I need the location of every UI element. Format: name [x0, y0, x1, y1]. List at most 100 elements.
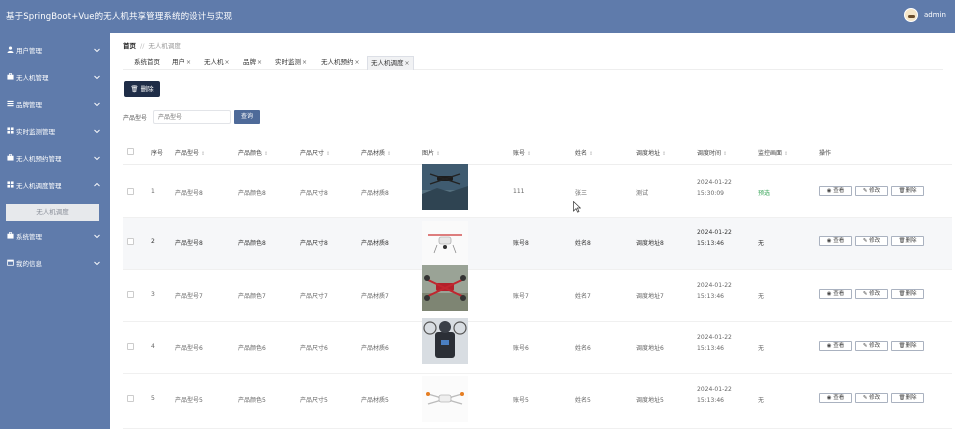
tab-label: 无人机预约 — [321, 58, 354, 66]
edit-button[interactable]: ✎ 修改 — [855, 341, 888, 351]
delete-row-button[interactable]: 🗑删除 — [891, 236, 924, 246]
delete-row-button[interactable]: 🗑删除 — [891, 393, 924, 403]
sort-icon: ⇕ — [784, 151, 789, 157]
table-row[interactable]: 4 产品型号6 产品颜色6 产品尺寸6 产品材质6 账号6 姓名6 调度地址6 … — [123, 318, 952, 374]
close-icon[interactable]: × — [405, 60, 410, 67]
close-icon[interactable]: × — [355, 59, 360, 66]
sort-icon: ⇕ — [436, 151, 441, 157]
sidebar-item-my-info[interactable]: 我的信息 — [0, 250, 110, 276]
cell-material: 产品材质8 — [361, 190, 389, 197]
delete-row-button[interactable]: 🗑删除 — [891, 186, 924, 196]
column-header[interactable]: 账号 ⇕ — [513, 148, 531, 157]
cell-size: 产品尺寸7 — [300, 293, 328, 300]
sidebar-item-drone-management[interactable]: 无人机管理 — [0, 64, 110, 90]
select-all-checkbox[interactable] — [127, 148, 134, 155]
view-button[interactable]: ◉ 查看 — [819, 393, 852, 403]
chevron-down-icon — [94, 261, 100, 266]
close-icon[interactable]: × — [302, 59, 307, 66]
column-header[interactable]: 产品颜色 ⇕ — [238, 148, 268, 157]
calendar-icon — [7, 259, 14, 266]
column-header[interactable]: 图片 ⇕ — [422, 148, 440, 157]
sidebar-item-dispatch-management[interactable]: 无人机调度管理 — [0, 172, 110, 198]
drone-photo — [422, 318, 468, 364]
close-icon[interactable]: × — [186, 59, 191, 66]
row-checkbox[interactable] — [127, 343, 134, 350]
column-header[interactable]: 调度地址 ⇕ — [636, 148, 666, 157]
drone-photo — [422, 376, 468, 422]
cell-index: 1 — [151, 188, 155, 195]
table-row[interactable]: 2 产品型号8 产品颜色8 产品尺寸8 产品材质8 账号8 姓名8 调度地址8 … — [123, 218, 952, 270]
row-checkbox[interactable] — [127, 291, 134, 298]
user-avatar[interactable] — [904, 8, 918, 22]
sidebar-item-reservation-management[interactable]: 无人机预约管理 — [0, 145, 110, 171]
column-header[interactable]: 产品尺寸 ⇕ — [300, 148, 330, 157]
edit-button[interactable]: ✎ 修改 — [855, 289, 888, 299]
tab-user[interactable]: 用户× — [169, 56, 194, 70]
briefcase-icon — [7, 232, 14, 239]
sidebar-item-user-management[interactable]: 用户管理 — [0, 37, 110, 63]
delete-row-button[interactable]: 🗑删除 — [891, 341, 924, 351]
edit-button[interactable]: ✎ 修改 — [855, 393, 888, 403]
sidebar-item-brand-management[interactable]: 品牌管理 — [0, 91, 110, 117]
row-checkbox[interactable] — [127, 395, 134, 402]
sort-icon: ⇕ — [387, 151, 392, 157]
cell-monitor[interactable]: 预选 — [758, 188, 770, 197]
search-button[interactable]: 查询 — [234, 110, 260, 124]
row-checkbox[interactable] — [127, 188, 134, 195]
cell-model: 产品型号7 — [175, 293, 203, 300]
edit-button[interactable]: ✎ 修改 — [855, 236, 888, 246]
tab-dispatch[interactable]: 无人机调度× — [367, 56, 414, 70]
mouse-cursor-icon — [573, 201, 581, 213]
sidebar-item-label: 实时监测管理 — [16, 128, 55, 136]
tab-brand[interactable]: 品牌× — [240, 56, 265, 70]
delete-row-button[interactable]: 🗑删除 — [891, 289, 924, 299]
sidebar-item-monitoring-management[interactable]: 实时监测管理 — [0, 118, 110, 144]
column-header[interactable]: 调度时间 ⇕ — [697, 148, 727, 157]
briefcase-icon — [7, 154, 14, 161]
sidebar-subitem-dispatch[interactable]: 无人机调度 — [6, 204, 99, 221]
table-row[interactable]: 5 产品型号5 产品颜色5 产品尺寸5 产品材质5 账号5 姓名5 调度地址5 … — [123, 374, 952, 429]
cell-index: 3 — [151, 291, 155, 298]
cell-material: 产品材质6 — [361, 345, 389, 352]
view-button[interactable]: ◉ 查看 — [819, 341, 852, 351]
cell-size: 产品尺寸5 — [300, 397, 328, 404]
sidebar-item-system-management[interactable]: 系统管理 — [0, 223, 110, 249]
cell-address: 调度地址6 — [636, 345, 664, 352]
cell-account: 账号7 — [513, 293, 529, 300]
cell-account: 账号5 — [513, 397, 529, 404]
tab-label: 无人机 — [204, 58, 224, 66]
row-checkbox[interactable] — [127, 238, 134, 245]
sort-icon: ⇕ — [326, 151, 331, 157]
column-header[interactable]: 产品材质 ⇕ — [361, 148, 391, 157]
cell-time: 2024-01-22 15:30:09 — [697, 179, 732, 197]
cell-time: 2024-01-22 15:13:46 — [697, 282, 732, 300]
chevron-down-icon — [94, 48, 100, 53]
username[interactable]: admin — [924, 11, 946, 19]
close-icon[interactable]: × — [257, 59, 262, 66]
close-icon[interactable]: × — [225, 59, 230, 66]
column-header[interactable]: 监控画面 ⇕ — [758, 148, 788, 157]
tab-monitoring[interactable]: 实时监测× — [272, 56, 310, 70]
view-button[interactable]: ◉ 查看 — [819, 186, 852, 196]
breadcrumb-separator: // — [140, 42, 145, 50]
tab-reservation[interactable]: 无人机预约× — [318, 56, 363, 70]
table-row[interactable]: 1 产品型号8 产品颜色8 产品尺寸8 产品材质8 111 张三 测试 2024… — [123, 164, 952, 218]
sort-icon: ⇕ — [723, 151, 728, 157]
view-button[interactable]: ◉ 查看 — [819, 236, 852, 246]
edit-button[interactable]: ✎ 修改 — [855, 186, 888, 196]
tab-drone[interactable]: 无人机× — [201, 56, 233, 70]
cell-model: 产品型号8 — [175, 190, 203, 197]
column-header[interactable]: 姓名 ⇕ — [575, 148, 593, 157]
cell-size: 产品尺寸8 — [300, 190, 328, 197]
sidebar-item-label: 品牌管理 — [16, 101, 42, 109]
breadcrumb-home[interactable]: 首页 — [123, 42, 136, 50]
tab-home[interactable]: 系统首页 — [131, 56, 163, 70]
delete-button[interactable]: 🗑 删除 — [124, 81, 160, 97]
tab-label: 无人机调度 — [371, 59, 404, 67]
search-input[interactable] — [153, 110, 231, 124]
column-header[interactable]: 产品型号 ⇕ — [175, 148, 205, 157]
table-row[interactable]: 3 产品型号7 产品颜色7 产品尺寸7 产品材质7 账号7 姓名7 调度地址7 … — [123, 265, 952, 322]
cell-model: 产品型号8 — [175, 240, 203, 247]
view-button[interactable]: ◉ 查看 — [819, 289, 852, 299]
sort-icon: ⇕ — [589, 151, 594, 157]
